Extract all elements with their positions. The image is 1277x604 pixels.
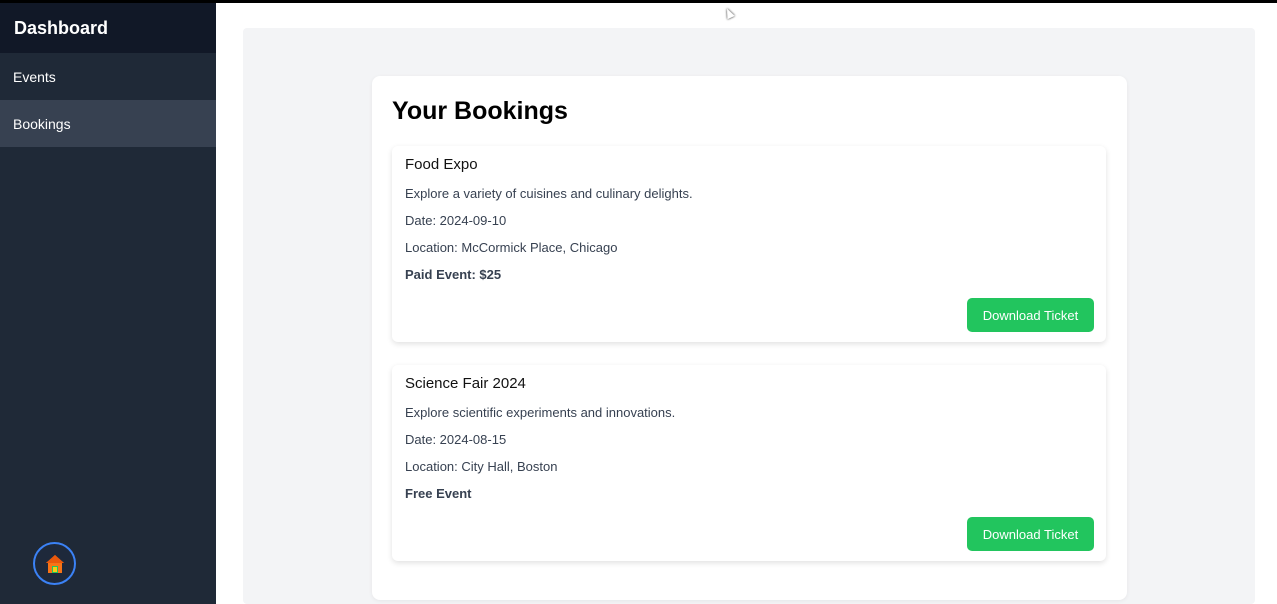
home-button[interactable] [33, 542, 76, 585]
booking-date: Date: 2024-09-10 [405, 213, 507, 228]
main-area: Your Bookings Food Expo Explore a variet… [216, 3, 1277, 604]
sidebar-title: Dashboard [0, 3, 216, 53]
house-icon [45, 554, 64, 573]
booking-description: Explore scientific experiments and innov… [405, 405, 676, 420]
booking-description: Explore a variety of cuisines and culina… [405, 186, 693, 201]
page-title: Your Bookings [392, 97, 568, 125]
download-ticket-button[interactable]: Download Ticket [967, 298, 1094, 332]
booking-date: Date: 2024-08-15 [405, 432, 507, 447]
bookings-panel: Your Bookings Food Expo Explore a variet… [372, 76, 1127, 600]
booking-title: Science Fair 2024 [405, 375, 526, 392]
booking-card: Food Expo Explore a variety of cuisines … [392, 146, 1106, 342]
booking-title: Food Expo [405, 156, 478, 173]
download-ticket-button[interactable]: Download Ticket [967, 517, 1094, 551]
sidebar: Dashboard Events Bookings [0, 3, 216, 604]
sidebar-item-bookings[interactable]: Bookings [0, 100, 216, 147]
booking-price: Free Event [405, 486, 472, 501]
booking-card: Science Fair 2024 Explore scientific exp… [392, 365, 1106, 561]
booking-price: Paid Event: $25 [405, 267, 502, 282]
booking-location: Location: City Hall, Boston [405, 459, 558, 474]
sidebar-item-events[interactable]: Events [0, 53, 216, 100]
booking-location: Location: McCormick Place, Chicago [405, 240, 618, 255]
content-area: Your Bookings Food Expo Explore a variet… [243, 28, 1255, 604]
